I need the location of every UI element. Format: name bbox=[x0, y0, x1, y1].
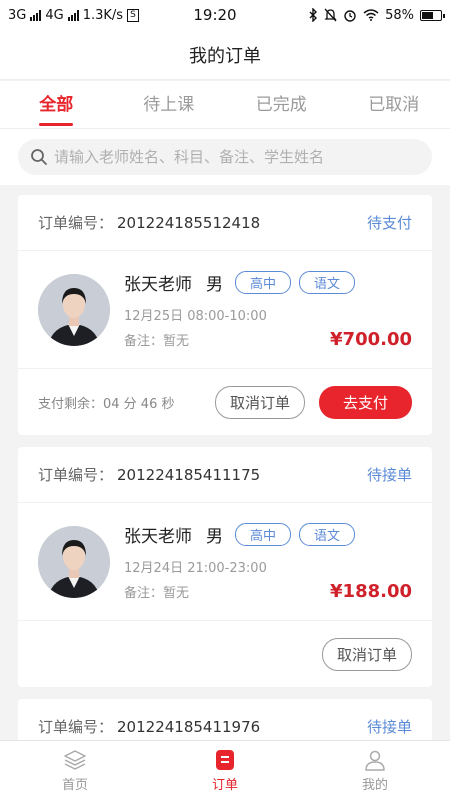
grade-tag: 高中 bbox=[235, 271, 292, 294]
order-body: 张天老师 男 高中 语文 12月25日 08:00-10:00 备注：暂无 ¥7… bbox=[18, 251, 432, 369]
bottom-tab-orders[interactable]: 订单 bbox=[150, 741, 300, 800]
cancel-order-button[interactable]: 取消订单 bbox=[321, 637, 412, 671]
subject-tag: 语文 bbox=[299, 271, 356, 294]
order-number: 订单编号： 201224185411175 bbox=[38, 464, 260, 485]
order-footer: 支付剩余：04 分 46 秒 取消订单 去支付 bbox=[18, 369, 432, 435]
grade-tag: 高中 bbox=[235, 523, 292, 546]
teacher-avatar bbox=[38, 525, 110, 598]
navbar: 我的订单 bbox=[0, 30, 450, 80]
order-card[interactable]: 订单编号： 201224185411175 待接单 张天老师 男 高中 语文 1… bbox=[18, 447, 432, 687]
order-status: 待接单 bbox=[366, 718, 412, 736]
sim-icon: S bbox=[127, 8, 139, 22]
order-footer: 取消订单 bbox=[18, 621, 432, 687]
order-header: 订单编号： 201224185512418 待支付 bbox=[18, 195, 432, 251]
signal-icon bbox=[30, 9, 42, 21]
search-box bbox=[18, 139, 432, 175]
teacher-name-row: 张天老师 男 高中 语文 bbox=[124, 522, 412, 547]
order-icon bbox=[216, 750, 234, 770]
bluetooth-icon bbox=[309, 8, 318, 22]
status-bar: 3G 4G 1.3K/s S 19:20 58% bbox=[0, 0, 450, 30]
wifi-icon bbox=[363, 9, 379, 21]
signal-icon-2 bbox=[67, 9, 79, 21]
network-type-2: 4G bbox=[45, 7, 64, 23]
teacher-gender: 男 bbox=[206, 275, 223, 295]
order-header: 订单编号： 201224185411976 待接单 bbox=[18, 699, 432, 740]
order-header: 订单编号： 201224185411175 待接单 bbox=[18, 447, 432, 503]
order-tabs: 全部 待上课 已完成 已取消 bbox=[0, 81, 450, 129]
bottom-tab-bar: 首页 订单 我的 bbox=[0, 740, 450, 800]
page-title: 我的订单 bbox=[189, 45, 261, 67]
order-price: ¥188.00 bbox=[330, 581, 412, 602]
person-icon bbox=[365, 750, 385, 771]
tab-pending-class[interactable]: 待上课 bbox=[113, 81, 226, 128]
network-speed: 1.3K/s bbox=[82, 7, 124, 23]
order-number-label: 订单编号： bbox=[38, 466, 114, 484]
teacher-gender: 男 bbox=[206, 527, 223, 547]
teacher-name: 张天老师 bbox=[124, 275, 192, 295]
tab-cancelled[interactable]: 已取消 bbox=[338, 81, 450, 128]
bottom-tab-home[interactable]: 首页 bbox=[0, 741, 150, 800]
order-number-label: 订单编号： bbox=[38, 214, 114, 232]
order-number: 订单编号： 201224185411976 bbox=[38, 716, 260, 737]
search-bar bbox=[0, 129, 450, 185]
order-status: 待支付 bbox=[366, 214, 412, 232]
subject-tag: 语文 bbox=[299, 523, 356, 546]
bottom-tab-label: 我的 bbox=[361, 778, 388, 793]
order-number-label: 订单编号： bbox=[38, 718, 114, 736]
battery-icon bbox=[420, 9, 445, 21]
network-type-1: 3G bbox=[8, 7, 27, 23]
pay-button[interactable]: 去支付 bbox=[318, 385, 412, 419]
layers-icon bbox=[64, 750, 86, 770]
order-number-value: 201224185411976 bbox=[117, 718, 261, 736]
class-time: 12月25日 08:00-10:00 bbox=[124, 309, 267, 324]
order-card[interactable]: 订单编号： 201224185512418 待支付 张天老师 男 高中 语文 1… bbox=[18, 195, 432, 435]
bottom-tab-label: 首页 bbox=[61, 778, 88, 793]
tab-completed[interactable]: 已完成 bbox=[225, 81, 338, 128]
teacher-name: 张天老师 bbox=[124, 527, 192, 547]
class-time: 12月24日 21:00-23:00 bbox=[124, 561, 267, 576]
order-body: 张天老师 男 高中 语文 12月24日 21:00-23:00 备注：暂无 ¥1… bbox=[18, 503, 432, 621]
order-price: ¥700.00 bbox=[330, 329, 412, 350]
mute-bell-icon bbox=[324, 8, 337, 22]
tab-all[interactable]: 全部 bbox=[0, 81, 113, 128]
alarm-icon bbox=[344, 10, 356, 22]
order-list[interactable]: 订单编号： 201224185512418 待支付 张天老师 男 高中 语文 1… bbox=[0, 185, 450, 740]
order-number: 订单编号： 201224185512418 bbox=[38, 212, 260, 233]
bottom-tab-label: 订单 bbox=[211, 778, 238, 793]
search-input[interactable] bbox=[54, 148, 420, 166]
status-right: 58% bbox=[282, 7, 445, 23]
order-number-value: 201224185411175 bbox=[117, 466, 261, 484]
order-number-value: 201224185512418 bbox=[117, 214, 261, 232]
search-icon bbox=[31, 149, 47, 165]
teacher-name-row: 张天老师 男 高中 语文 bbox=[124, 270, 412, 295]
bottom-tab-mine[interactable]: 我的 bbox=[300, 741, 450, 800]
cancel-order-button[interactable]: 取消订单 bbox=[214, 385, 305, 419]
battery-percent: 58% bbox=[385, 7, 414, 23]
order-status: 待接单 bbox=[366, 466, 412, 484]
payment-countdown: 支付剩余：04 分 46 秒 bbox=[38, 396, 175, 412]
teacher-avatar bbox=[38, 273, 110, 346]
order-card[interactable]: 订单编号： 201224185411976 待接单 bbox=[18, 699, 432, 740]
clock: 19:20 bbox=[193, 6, 237, 24]
